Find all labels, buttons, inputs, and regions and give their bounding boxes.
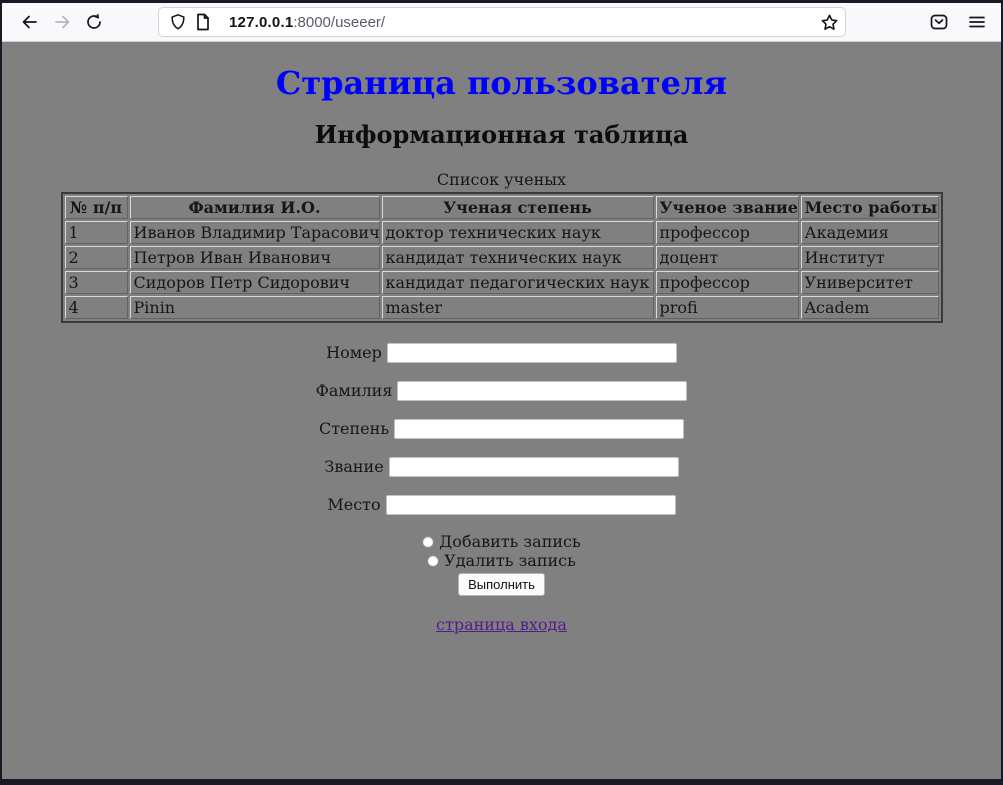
table-cell: 1 — [65, 221, 128, 244]
table-cell: доцент — [656, 246, 799, 269]
table-cell: Сидоров Петр Сидорович — [130, 271, 380, 294]
place-input[interactable] — [386, 495, 676, 515]
form-row-place: Место — [2, 494, 1001, 514]
place-label: Место — [327, 495, 380, 514]
form-row-number: Номер — [2, 342, 1001, 362]
table-cell: Иванов Владимир Тарасович — [130, 221, 380, 244]
table-cell: 3 — [65, 271, 128, 294]
reload-icon — [84, 12, 104, 32]
pocket-button[interactable] — [929, 12, 949, 32]
column-header: Ученое звание — [656, 196, 799, 219]
url-path: :8000/useeer/ — [293, 14, 385, 31]
record-form: Номер Фамилия Степень Звание Место Добав… — [2, 342, 1001, 634]
shield-icon[interactable] — [169, 13, 187, 31]
bookmark-star-button[interactable] — [820, 13, 839, 32]
delete-record-option[interactable]: Удалить запись — [2, 551, 1001, 570]
column-header: Место работы — [801, 196, 939, 219]
login-page-link[interactable]: страница входа — [436, 615, 567, 634]
star-icon — [820, 13, 839, 32]
table-cell: профессор — [656, 271, 799, 294]
back-button[interactable] — [14, 6, 46, 38]
scientists-table: № п/п Фамилия И.О. Ученая степень Ученое… — [61, 192, 943, 323]
menu-button[interactable] — [967, 12, 987, 32]
table-cell: кандидат педагогических наук — [382, 271, 654, 294]
rank-label: Звание — [324, 457, 383, 476]
number-label: Номер — [326, 343, 382, 362]
login-link-row: страница входа — [2, 615, 1001, 634]
form-row-surname: Фамилия — [2, 380, 1001, 400]
back-arrow-icon — [20, 12, 40, 32]
column-header: Фамилия И.О. — [130, 196, 380, 219]
table-cell: Петров Иван Иванович — [130, 246, 380, 269]
column-header: Ученая степень — [382, 196, 654, 219]
reload-button[interactable] — [78, 6, 110, 38]
table-header-row: № п/п Фамилия И.О. Ученая степень Ученое… — [65, 196, 939, 219]
pocket-icon — [929, 12, 949, 32]
url-host: 127.0.0.1 — [229, 14, 293, 31]
add-record-radio[interactable] — [422, 536, 434, 548]
rank-input[interactable] — [389, 457, 679, 477]
url-text: 127.0.0.1:8000/useeer/ — [229, 14, 814, 31]
table-cell: master — [382, 296, 654, 319]
table-cell: Институт — [801, 246, 939, 269]
browser-toolbar: 127.0.0.1:8000/useeer/ — [2, 3, 1001, 42]
delete-record-radio[interactable] — [427, 555, 439, 567]
table-row: 4 Pinin master profi Academ — [65, 296, 939, 319]
table-cell: 4 — [65, 296, 128, 319]
add-record-option[interactable]: Добавить запись — [2, 532, 1001, 551]
forward-button[interactable] — [46, 6, 78, 38]
table-cell: Academ — [801, 296, 939, 319]
form-row-rank: Звание — [2, 456, 1001, 476]
table-row: 2 Петров Иван Иванович кандидат техничес… — [65, 246, 939, 269]
table-cell: профессор — [656, 221, 799, 244]
table-cell: Pinin — [130, 296, 380, 319]
execute-button[interactable]: Выполнить — [458, 573, 545, 596]
page-info-icon[interactable] — [195, 13, 211, 31]
column-header: № п/п — [65, 196, 128, 219]
table-cell: Академия — [801, 221, 939, 244]
table-cell: profi — [656, 296, 799, 319]
table-cell: 2 — [65, 246, 128, 269]
degree-input[interactable] — [394, 419, 684, 439]
toolbar-right-cluster — [929, 12, 991, 32]
add-record-label: Добавить запись — [439, 532, 580, 551]
page-content: Страница пользователя Информационная таб… — [2, 42, 1001, 779]
table-row: 3 Сидоров Петр Сидорович кандидат педаго… — [65, 271, 939, 294]
table-cell: Университет — [801, 271, 939, 294]
surname-label: Фамилия — [316, 381, 393, 400]
table-cell: кандидат технических наук — [382, 246, 654, 269]
surname-input[interactable] — [397, 381, 687, 401]
hamburger-menu-icon — [967, 12, 987, 32]
table-row: 1 Иванов Владимир Тарасович доктор техни… — [65, 221, 939, 244]
degree-label: Степень — [319, 419, 389, 438]
url-bar[interactable]: 127.0.0.1:8000/useeer/ — [158, 7, 846, 37]
table-cell: доктор технических наук — [382, 221, 654, 244]
form-row-degree: Степень — [2, 418, 1001, 438]
delete-record-label: Удалить запись — [444, 551, 576, 570]
browser-window: 127.0.0.1:8000/useeer/ Страниц — [0, 0, 1003, 785]
table-caption: Список ученых — [2, 170, 1001, 189]
page-title: Страница пользователя — [2, 64, 1001, 102]
page-subtitle: Информационная таблица — [2, 120, 1001, 149]
number-input[interactable] — [387, 343, 677, 363]
forward-arrow-icon — [52, 12, 72, 32]
